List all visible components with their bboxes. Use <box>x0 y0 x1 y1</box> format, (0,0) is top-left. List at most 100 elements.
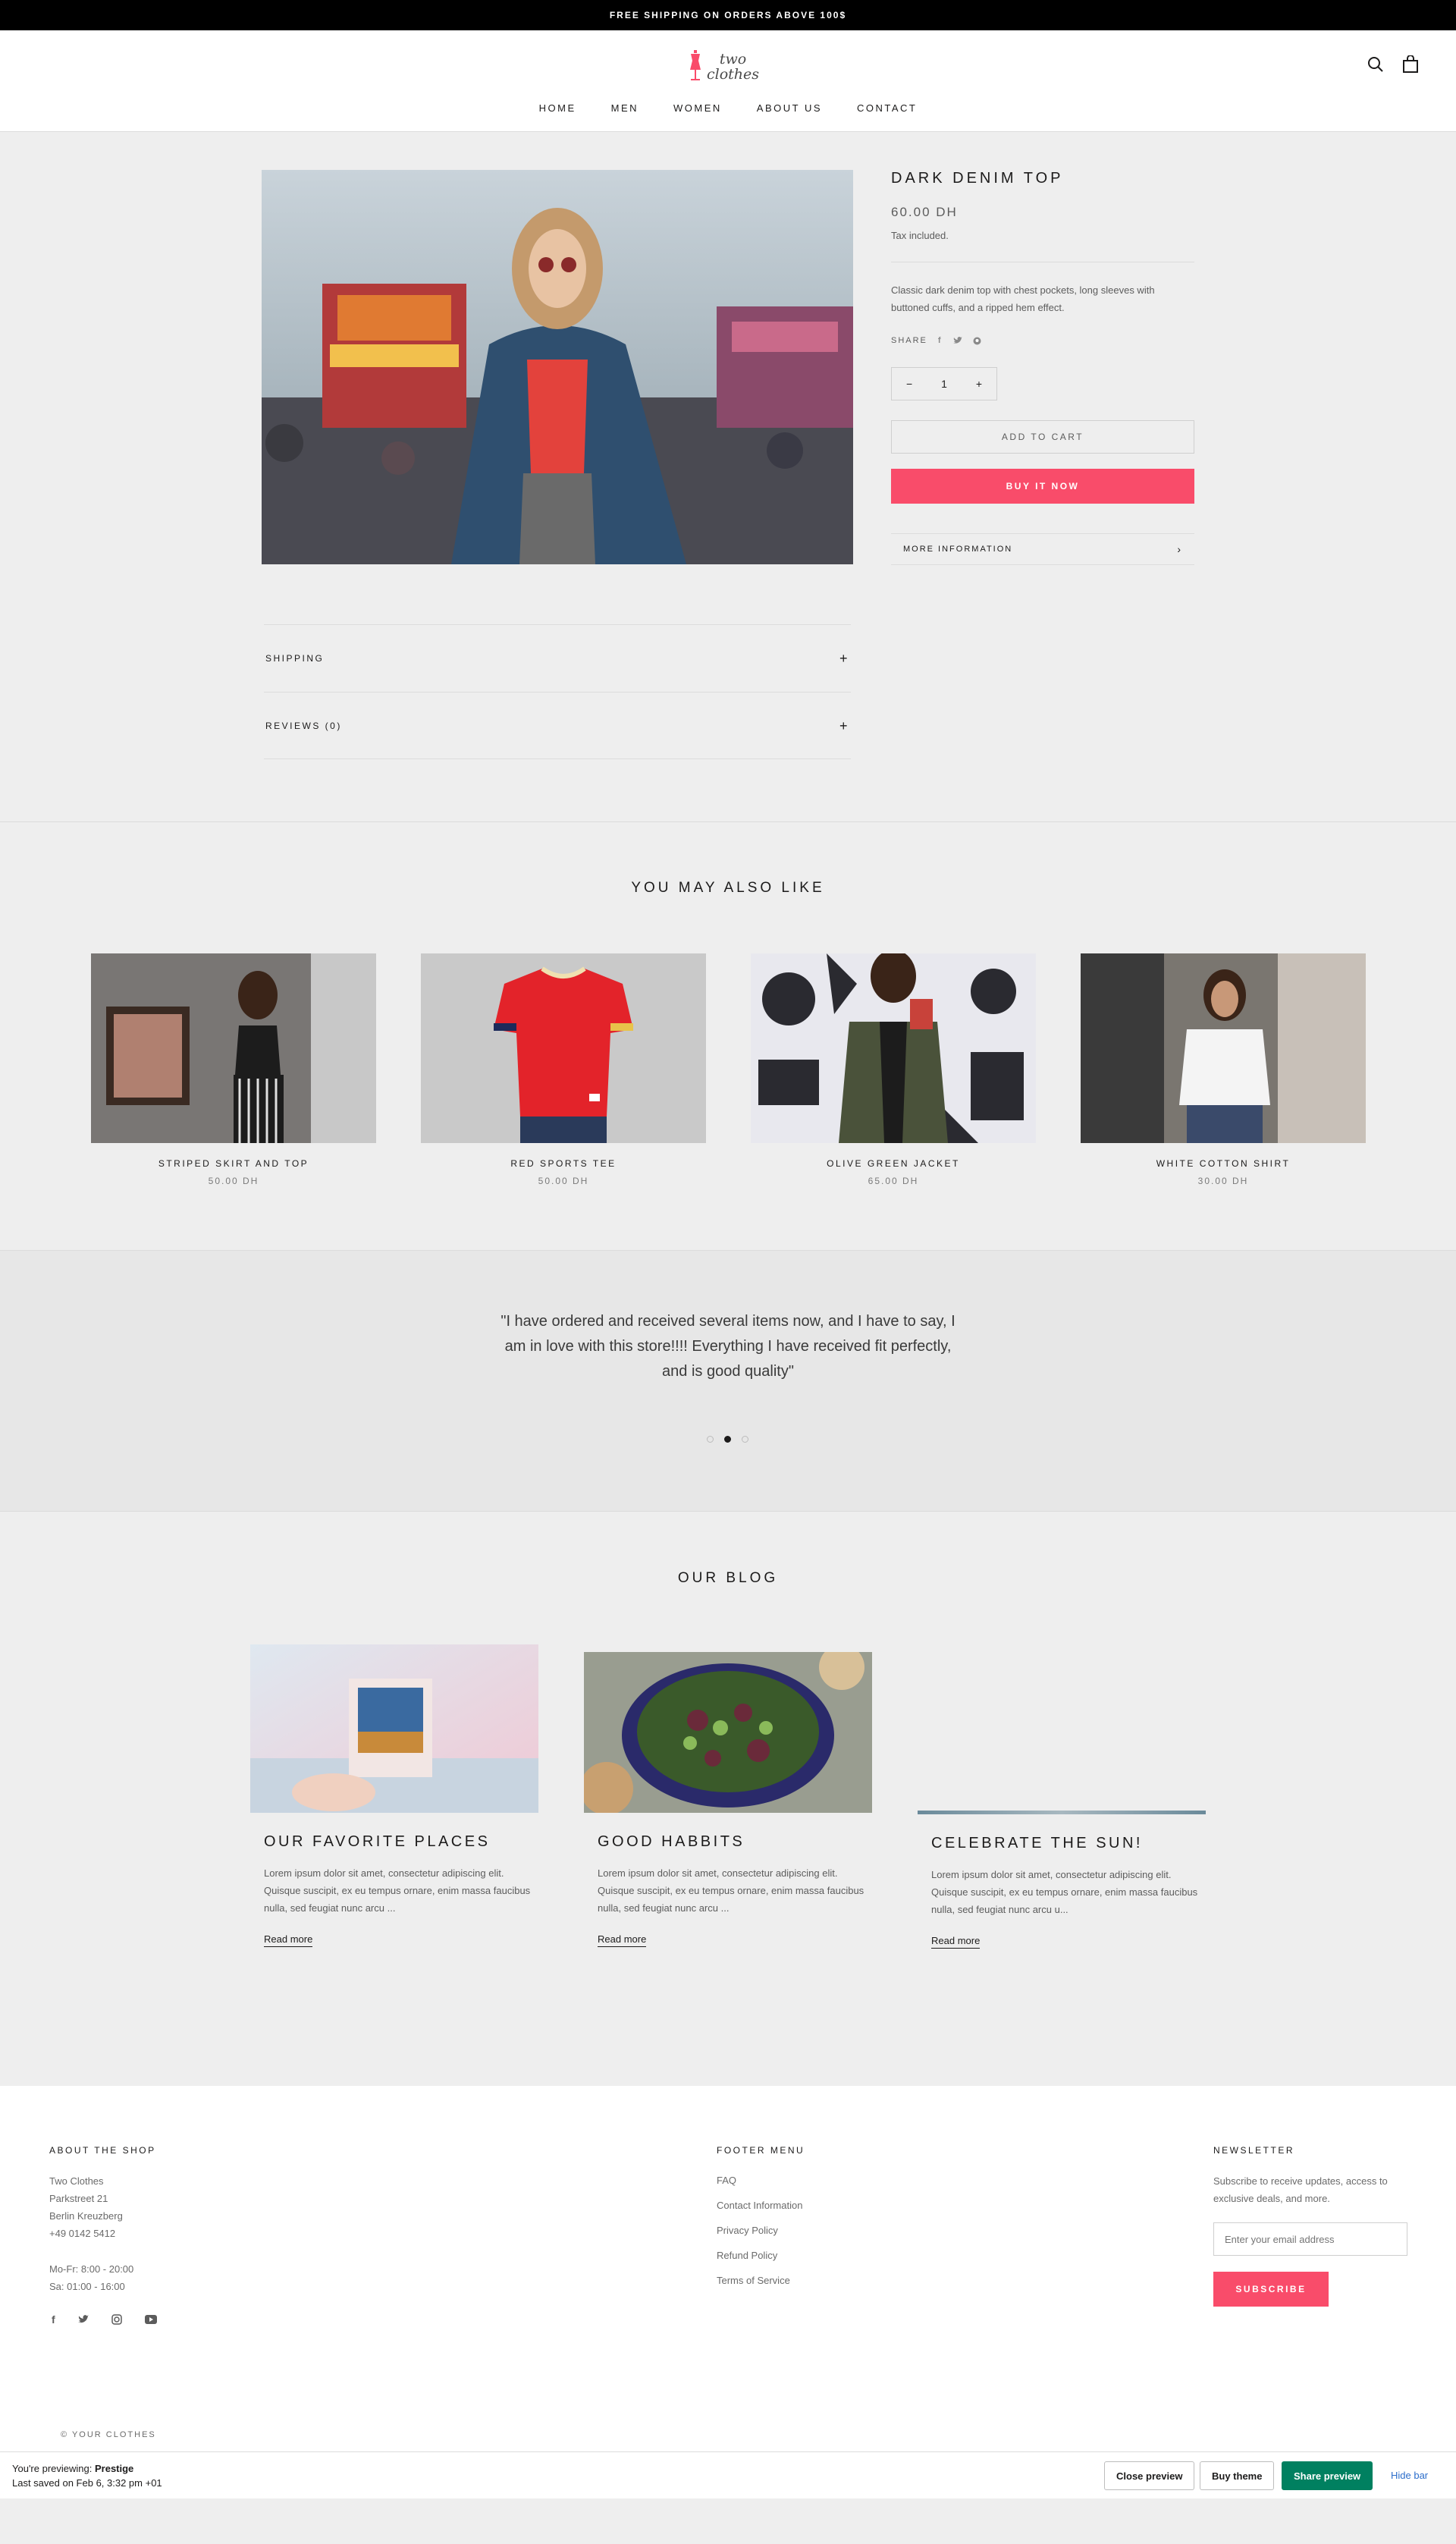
tax-note: Tax included. <box>891 230 949 241</box>
accordion-label: REVIEWS (0) <box>265 721 342 731</box>
more-information-toggle[interactable]: MORE INFORMATION › <box>891 533 1194 565</box>
logo-line1: two <box>719 51 747 68</box>
pinterest-icon[interactable] <box>973 337 981 345</box>
close-preview-button[interactable]: Close preview <box>1104 2461 1195 2490</box>
share-label: SHARE <box>891 336 927 345</box>
share-row: SHARE f <box>891 336 981 345</box>
site-footer: ABOUT THE SHOP Two Clothes Parkstreet 21… <box>0 2086 1456 2451</box>
last-saved: Last saved on Feb 6, 3:32 pm +01 <box>12 2477 162 2489</box>
carousel-dots <box>707 1436 748 1443</box>
share-preview-button[interactable]: Share preview <box>1282 2461 1373 2490</box>
email-field[interactable] <box>1213 2222 1407 2256</box>
product-card[interactable]: OLIVE GREEN JACKET 65.00 DH <box>751 953 1036 1186</box>
read-more-link[interactable]: Read more <box>598 1933 647 1947</box>
carousel-dot-3[interactable] <box>742 1436 748 1443</box>
blog-title: OUR BLOG <box>677 1570 779 1586</box>
more-information-label: MORE INFORMATION <box>903 545 1013 554</box>
blog-post-image[interactable] <box>250 1644 538 1813</box>
site-header: two clothes HOME MEN WOMEN ABOUT US CONT… <box>0 30 1456 132</box>
main-nav: HOME MEN WOMEN ABOUT US CONTACT <box>0 102 1456 114</box>
theme-name: Prestige <box>94 2463 134 2474</box>
section-divider <box>0 821 1456 822</box>
subscribe-button[interactable]: SUBSCRIBE <box>1213 2272 1329 2307</box>
product-card-name[interactable]: WHITE COTTON SHIRT <box>1081 1158 1366 1169</box>
product-description: Classic dark denim top with chest pocket… <box>891 284 1155 313</box>
buy-now-button[interactable]: BUY IT NOW <box>891 469 1194 504</box>
product-card-name[interactable]: RED SPORTS TEE <box>421 1158 706 1169</box>
youtube-icon[interactable] <box>144 2315 157 2324</box>
previewing-label: You're previewing: <box>12 2463 93 2474</box>
blog-post-excerpt: Lorem ipsum dolor sit amet, consectetur … <box>598 1867 864 1914</box>
product-card[interactable]: WHITE COTTON SHIRT 30.00 DH <box>1081 953 1366 1186</box>
newsletter-title: NEWSLETTER <box>1213 2145 1295 2156</box>
nav-about-us[interactable]: ABOUT US <box>757 102 822 114</box>
footer-link-refund[interactable]: Refund Policy <box>717 2250 777 2261</box>
add-to-cart-button[interactable]: ADD TO CART <box>891 420 1194 454</box>
product-card-image[interactable] <box>421 953 706 1143</box>
logo-line2: clothes <box>707 66 760 83</box>
footer-link-faq[interactable]: FAQ <box>717 2175 736 2186</box>
read-more-link[interactable]: Read more <box>264 1933 313 1947</box>
address-line: Berlin Kreuzberg <box>49 2210 123 2222</box>
facebook-icon[interactable]: f <box>938 336 943 345</box>
carousel-dot-2[interactable] <box>724 1436 731 1443</box>
product-price: 60.00 DH <box>891 205 958 219</box>
facebook-icon[interactable]: f <box>52 2313 55 2326</box>
address-line: Parkstreet 21 <box>49 2193 108 2204</box>
blog-post-title[interactable]: CELEBRATE THE SUN! <box>931 1835 1143 1852</box>
search-icon[interactable] <box>1364 53 1387 76</box>
accordion-shipping[interactable]: SHIPPING + <box>264 624 851 692</box>
read-more-link[interactable]: Read more <box>931 1935 981 1949</box>
accordion-reviews[interactable]: REVIEWS (0) + <box>264 692 851 759</box>
twitter-icon[interactable] <box>77 2315 89 2324</box>
product-card-price: 65.00 DH <box>868 1176 919 1186</box>
product-title: DARK DENIM TOP <box>891 170 1064 187</box>
logo[interactable]: two clothes <box>689 44 772 90</box>
divider <box>264 758 851 759</box>
product-card-image[interactable] <box>91 953 376 1143</box>
copyright: © YOUR CLOTHES <box>61 2430 156 2439</box>
newsletter-text: Subscribe to receive updates, access to … <box>1213 2175 1388 2204</box>
minus-icon[interactable]: − <box>906 378 912 390</box>
footer-menu-title: FOOTER MENU <box>717 2145 805 2156</box>
product-card-image[interactable] <box>751 953 1036 1143</box>
preview-info: You're previewing: Prestige Last saved o… <box>12 2461 162 2490</box>
nav-men[interactable]: MEN <box>611 102 639 114</box>
nav-contact[interactable]: CONTACT <box>857 102 917 114</box>
quantity-stepper[interactable]: − 1 + <box>891 367 997 400</box>
blog-post-excerpt: Lorem ipsum dolor sit amet, consectetur … <box>931 1869 1198 1915</box>
address-line: +49 0142 5412 <box>49 2228 116 2239</box>
announcement-text: FREE SHIPPING ON ORDERS ABOVE 100$ <box>609 10 847 20</box>
instagram-icon[interactable] <box>111 2314 122 2325</box>
hide-bar-link[interactable]: Hide bar <box>1391 2470 1428 2481</box>
cart-icon[interactable] <box>1399 53 1422 76</box>
blog-post-title[interactable]: OUR FAVORITE PLACES <box>264 1833 490 1851</box>
footer-link-terms[interactable]: Terms of Service <box>717 2275 790 2286</box>
buy-theme-button[interactable]: Buy theme <box>1200 2461 1275 2490</box>
footer-link-privacy[interactable]: Privacy Policy <box>717 2225 778 2236</box>
carousel-dot-1[interactable] <box>707 1436 714 1443</box>
product-card-name[interactable]: STRIPED SKIRT AND TOP <box>91 1158 376 1169</box>
blog-post-image[interactable] <box>918 1811 1206 1814</box>
nav-home[interactable]: HOME <box>539 102 576 114</box>
nav-women[interactable]: WOMEN <box>673 102 722 114</box>
footer-social: f <box>52 2313 157 2326</box>
dress-form-icon <box>690 50 701 80</box>
footer-address: Two Clothes Parkstreet 21 Berlin Kreuzbe… <box>49 2172 123 2242</box>
theme-preview-bar: You're previewing: Prestige Last saved o… <box>0 2451 1456 2498</box>
product-card-price: 30.00 DH <box>1197 1176 1249 1186</box>
product-image[interactable] <box>262 170 853 564</box>
footer-link-contact[interactable]: Contact Information <box>717 2200 802 2211</box>
twitter-icon[interactable] <box>952 337 962 344</box>
product-card-image[interactable] <box>1081 953 1366 1143</box>
quantity-value[interactable]: 1 <box>941 378 947 390</box>
product-card[interactable]: RED SPORTS TEE 50.00 DH <box>421 953 706 1186</box>
hours-line: Mo-Fr: 8:00 - 20:00 <box>49 2263 134 2275</box>
blog-post-excerpt: Lorem ipsum dolor sit amet, consectetur … <box>264 1867 531 1914</box>
blog-post-title[interactable]: GOOD HABBITS <box>598 1833 745 1851</box>
plus-icon[interactable]: + <box>976 378 982 390</box>
product-card-name[interactable]: OLIVE GREEN JACKET <box>751 1158 1036 1169</box>
product-card[interactable]: STRIPED SKIRT AND TOP 50.00 DH <box>91 953 376 1186</box>
blog-post-image[interactable] <box>584 1652 872 1813</box>
chevron-right-icon: › <box>1177 543 1182 555</box>
